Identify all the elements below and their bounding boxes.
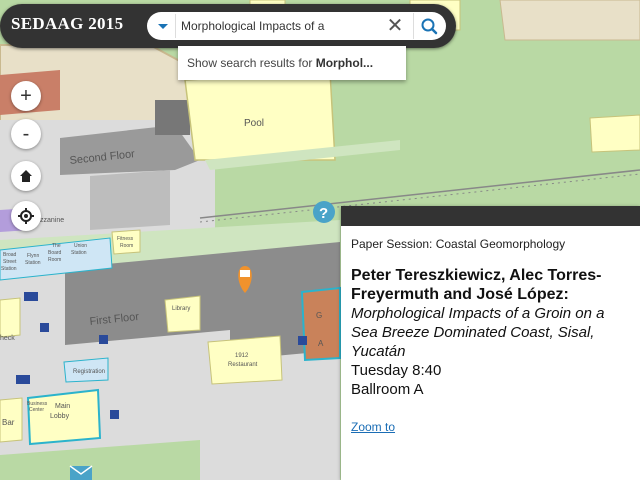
mezzanine-label: zzanine <box>40 217 64 224</box>
main-lobby-label-1: Main <box>55 403 70 410</box>
main-lobby-label-2: Lobby <box>50 413 70 420</box>
fitness-label-2: Room <box>120 243 133 249</box>
info-marker-icon[interactable]: ? <box>313 201 335 223</box>
search-input[interactable] <box>181 16 377 36</box>
zoom-out-button[interactable]: - <box>11 119 41 149</box>
ballroom-label-b: A <box>318 339 324 348</box>
search-source-dropdown[interactable] <box>149 14 176 38</box>
fitness-room <box>111 229 141 255</box>
ballroom-label: G <box>316 311 322 320</box>
board-room-label-1: The <box>52 243 61 249</box>
business-center-label-2: Center <box>29 407 44 413</box>
top-building <box>499 0 640 41</box>
home-icon <box>20 170 32 182</box>
fitness-label-1: Fitness <box>117 236 134 242</box>
popup-header <box>341 206 640 226</box>
locate-icon <box>18 208 34 224</box>
broad-st-label-2: Street <box>3 259 17 265</box>
locate-button[interactable] <box>11 201 41 231</box>
search-suggestion[interactable]: Show search results for Morphol... <box>178 46 406 80</box>
popup-content: Peter Tereszkiewicz, Alec Torres- Freyer… <box>351 266 640 399</box>
home-button[interactable] <box>11 161 41 191</box>
board-room-label-3: Room <box>48 257 61 263</box>
suggestion-term: Morphol... <box>315 56 374 70</box>
library-room <box>164 295 201 333</box>
registration-label: Registration <box>73 369 105 375</box>
restaurant-label-2: Restaurant <box>228 362 258 368</box>
popup-paper-title-line3: Yucatán <box>351 343 406 360</box>
info-popup: Paper Session: Coastal Geomorphology Pet… <box>341 206 640 480</box>
zoom-in-button[interactable]: + <box>11 81 41 111</box>
clear-icon[interactable]: ✕ <box>383 15 407 37</box>
svg-text:?: ? <box>319 205 328 222</box>
popup-room: Ballroom A <box>351 381 424 398</box>
restaurant-label-1: 1912 <box>235 353 249 359</box>
stair-block <box>155 100 190 135</box>
app-title: SEDAAG 2015 <box>11 14 124 33</box>
restaurant-room <box>207 335 283 385</box>
search-box: ✕ <box>147 12 446 40</box>
library-label: Library <box>172 306 190 312</box>
union-station-label-2: Station <box>71 250 87 256</box>
mail-icon[interactable] <box>69 465 93 480</box>
union-station-label-1: Union <box>74 243 87 249</box>
popup-session-title: Paper Session: Coastal Geomorphology <box>351 237 566 251</box>
popup-paper-title-line1: Morphological Impacts of a Groin on a <box>351 305 605 322</box>
broad-st-label-3: Station <box>1 266 17 272</box>
search-icon <box>421 18 438 35</box>
popup-time: Tuesday 8:40 <box>351 362 442 379</box>
check-label: heck <box>0 335 15 342</box>
pool-label: Pool <box>244 118 264 129</box>
suggestion-prefix: Show search results for <box>187 56 316 70</box>
popup-paper-title-line2: Sea Breeze Dominated Coast, Sisal, <box>351 324 595 341</box>
board-room-label-2: Board <box>48 250 62 256</box>
popup-authors-line2: Freyermuth and José López: <box>351 286 569 303</box>
flynn-station-label-1: Flynn <box>27 253 39 259</box>
popup-authors-line1: Peter Tereszkiewicz, Alec Torres- <box>351 267 602 284</box>
highlighted-ballroom[interactable] <box>300 286 341 362</box>
search-button[interactable] <box>413 13 446 39</box>
check-room <box>0 297 21 338</box>
header-bar: SEDAAG 2015 ✕ <box>0 4 456 48</box>
second-floor-wing <box>90 170 170 230</box>
bar-label: Bar <box>2 418 15 427</box>
zoom-to-link[interactable]: Zoom to <box>351 420 395 434</box>
broad-st-label-1: Broad <box>3 252 17 258</box>
flynn-station-label-2: Station <box>25 260 41 266</box>
caret-down-icon <box>158 24 168 29</box>
pool-room <box>184 71 336 161</box>
right-room <box>589 114 640 153</box>
